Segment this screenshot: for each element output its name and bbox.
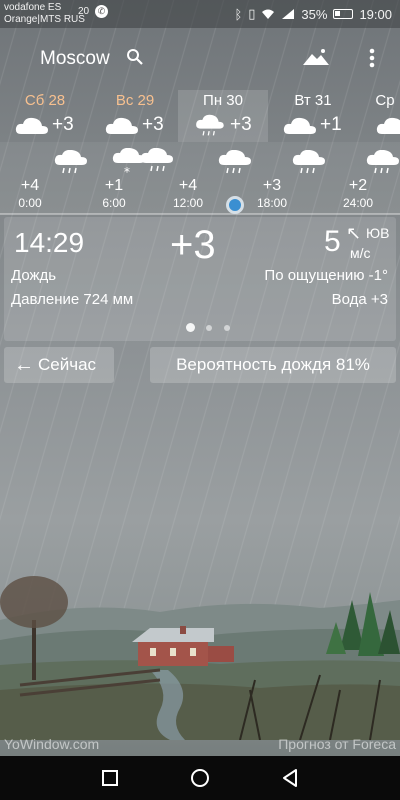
svg-text:*: *: [124, 165, 130, 178]
wind-unit: м/с: [350, 245, 371, 261]
cloud-icon: [15, 117, 48, 134]
time-slider-track[interactable]: [0, 213, 400, 215]
hour-temp: +3: [262, 177, 282, 194]
daily-forecast-strip: Сб 28 +3 Вс 29 +3 Пн 30 +3 Вт 31 +1 Ср: [0, 90, 400, 142]
day-label: Пн 30: [203, 92, 243, 109]
search-icon[interactable]: [126, 48, 144, 66]
hour-temp: +4: [20, 177, 40, 194]
landscape-illustration: [0, 576, 400, 740]
battery-icon: [333, 9, 354, 19]
home-icon[interactable]: [188, 766, 212, 790]
feels-like: По ощущению -1°: [264, 267, 388, 284]
header: Moscow: [0, 38, 400, 78]
day-temp: +3: [52, 114, 74, 135]
day-item-sun[interactable]: Вс 29 +3: [90, 90, 180, 142]
status-icons: ᛒ ▯ 35% 19:00: [234, 6, 392, 22]
page-dot: [224, 325, 230, 331]
hour-time: 12:00: [172, 196, 204, 210]
now-button-label: Сейчас: [38, 355, 97, 374]
forecast-source[interactable]: Прогноз от Foreca: [278, 736, 396, 752]
hour-time: 6:00: [102, 196, 126, 210]
cloud-icon: [105, 117, 138, 134]
day-item-mon[interactable]: Пн 30 +3: [178, 90, 268, 142]
day-label: Сб 28: [24, 92, 66, 109]
day-temp: +1: [320, 114, 342, 135]
signal-icon: [282, 9, 295, 19]
notification-count: 20: [78, 6, 90, 17]
status-bar: vodafone ES Orange|MTS RUS 20 ✆ ᛒ ▯ 35% …: [0, 0, 400, 28]
pressure: Давление 724 мм: [11, 291, 134, 308]
rain-cloud-icon: [366, 150, 399, 174]
back-arrow-icon: ←: [14, 354, 34, 376]
recent-apps-icon[interactable]: [98, 766, 122, 790]
carrier-1: vodafone ES: [4, 2, 62, 13]
weather-screen: vodafone ES Orange|MTS RUS 20 ✆ ᛒ ▯ 35% …: [0, 0, 400, 800]
brand-link[interactable]: YoWindow.com: [4, 736, 99, 752]
page-indicator: [184, 323, 244, 333]
vibrate-icon: ▯: [248, 6, 256, 21]
wifi-icon: [262, 9, 275, 19]
day-label: Вт 31: [294, 92, 332, 109]
back-icon[interactable]: [278, 766, 302, 790]
clock: 19:00: [359, 6, 392, 22]
condition-text: Дождь: [11, 267, 57, 284]
water-temp: Вода +3: [331, 291, 388, 308]
wind-speed: 5: [324, 225, 341, 258]
rain-cloud-icon: [196, 114, 224, 136]
day-label: Вс 29: [115, 92, 155, 109]
phone-icon: ✆: [95, 5, 108, 18]
time-slider-knob[interactable]: [226, 196, 244, 214]
landscape-icon[interactable]: [303, 48, 329, 66]
hour-time: 24:00: [342, 196, 374, 210]
cloud-icon: [376, 117, 400, 134]
page-dot-active: [186, 323, 195, 332]
hour-time: 0:00: [18, 196, 42, 210]
rain-probability-button[interactable]: Вероятность дождя 81%: [150, 347, 396, 383]
page-dot: [206, 325, 212, 331]
city-name[interactable]: Moscow: [40, 48, 110, 70]
wind-direction: ЮВ: [366, 225, 390, 241]
wind-direction-icon: ↖: [346, 223, 362, 243]
current-weather-panel[interactable]: 14:29 +3 5 ↖ ЮВ м/с Дождь По ощущению -1…: [4, 217, 396, 341]
footer: YoWindow.com Прогноз от Foreca: [0, 736, 400, 756]
system-nav-bar: [0, 756, 400, 800]
rain-cloud-icon: [54, 150, 87, 174]
day-item-tue[interactable]: Вт 31 +1: [268, 90, 358, 142]
hour-item[interactable]: +4 12:00: [158, 150, 218, 212]
more-menu-icon[interactable]: [362, 46, 382, 70]
day-temp: +3: [142, 114, 164, 135]
bluetooth-icon: ᛒ: [234, 6, 243, 22]
hour-temp: +1: [104, 177, 124, 194]
day-item-wed[interactable]: Ср: [360, 90, 400, 142]
current-time: 14:29: [14, 227, 85, 258]
carrier-2: Orange|MTS RUS: [4, 14, 85, 25]
hour-temp: +4: [178, 177, 198, 194]
hour-time: 18:00: [256, 196, 288, 210]
now-button[interactable]: ← Сейчас: [4, 347, 114, 383]
hour-item[interactable]: +4 0:00: [0, 150, 60, 212]
day-item-sat[interactable]: Сб 28 +3: [0, 90, 90, 142]
hour-temp: +2: [348, 177, 368, 194]
rain-cloud-icon: [292, 150, 325, 174]
day-temp: +3: [230, 114, 252, 135]
battery-percent: 35%: [301, 6, 328, 22]
day-label: Ср: [375, 92, 395, 109]
current-temperature: +3: [170, 223, 216, 267]
cloud-icon: [283, 117, 316, 134]
carrier-info: vodafone ES Orange|MTS RUS: [4, 2, 85, 26]
